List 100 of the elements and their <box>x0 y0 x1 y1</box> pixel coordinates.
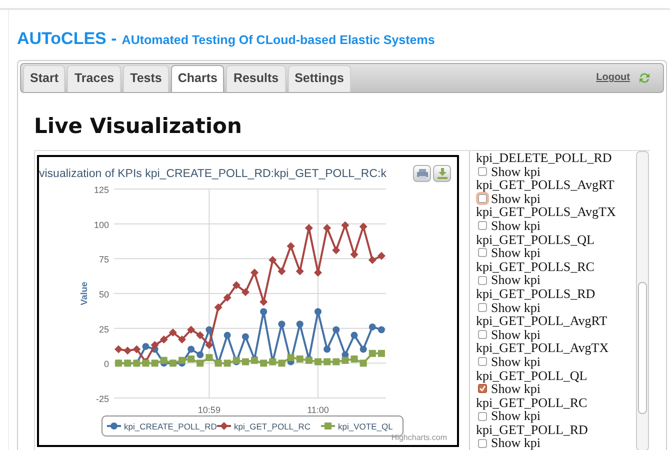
data-point <box>368 323 376 330</box>
check-icon <box>479 385 486 392</box>
tab[interactable]: Tests <box>123 64 169 92</box>
show-kpi-checkbox[interactable]: Show kpi <box>476 436 636 450</box>
data-point <box>110 422 118 430</box>
legend-item[interactable]: kpi_GET_POLL_RC <box>234 422 311 432</box>
data-point <box>332 326 340 334</box>
data-point <box>220 422 228 430</box>
data-point <box>260 360 268 367</box>
y-tick-label: 25 <box>98 324 109 334</box>
kpi-name: kpi_GET_POLL_QL <box>476 368 588 382</box>
data-point <box>296 355 304 362</box>
y-tick-label: 125 <box>94 185 109 195</box>
data-point <box>377 252 386 260</box>
data-point <box>242 333 249 340</box>
kpi-name: kpi_GET_POLL_RC <box>476 396 588 410</box>
data-point <box>114 345 123 354</box>
download-icon <box>436 168 448 179</box>
data-point <box>286 242 295 250</box>
data-point <box>314 268 322 277</box>
tab[interactable]: Charts <box>170 64 224 92</box>
data-point <box>160 335 168 344</box>
y-axis-label: Value <box>79 282 89 306</box>
kpi-name: kpi_GET_POLLS_AvgTX <box>476 205 617 219</box>
data-point <box>332 358 340 366</box>
show-kpi-checkbox[interactable]: Show kpi <box>476 328 636 342</box>
data-point <box>368 256 376 264</box>
data-point <box>260 298 268 306</box>
page-heading: Live Visualization <box>34 112 243 140</box>
data-point <box>250 268 259 277</box>
data-point <box>368 350 376 357</box>
data-point <box>224 332 231 339</box>
data-point <box>251 356 258 364</box>
kpi-name: kpi_GET_POLL_AvgTX <box>476 341 610 355</box>
show-kpi-checkbox[interactable]: Show kpi <box>476 409 636 423</box>
data-point <box>268 256 277 264</box>
show-kpi-checkbox[interactable]: Show kpi <box>476 246 636 260</box>
data-point <box>324 358 331 366</box>
y-tick-label: -25 <box>96 394 109 404</box>
data-point <box>378 326 385 334</box>
kpi-name: kpi_DELETE_POLL_RD <box>476 151 613 165</box>
data-point <box>205 341 214 350</box>
data-point <box>224 360 231 367</box>
data-point <box>188 346 195 353</box>
kpi-name: kpi_GET_POLL_AvgRT <box>476 314 608 328</box>
tab[interactable]: Settings <box>288 64 351 92</box>
kpi-name: kpi_GET_POLLS_RD <box>476 286 596 301</box>
legend-item[interactable]: kpi_CREATE_POLL_RD <box>124 422 217 432</box>
legend-item[interactable]: kpi_VOTE_QL <box>338 422 393 432</box>
y-tick-label: 0 <box>104 359 109 370</box>
refresh-icon[interactable] <box>638 72 651 84</box>
data-point <box>314 308 322 316</box>
data-point <box>332 246 340 254</box>
y-tick-label: 75 <box>98 254 109 265</box>
data-point <box>296 267 304 276</box>
chart-title: visualization of KPIs kpi_CREATE_POLL_RD:kpi_GET_POLL_RC:k <box>39 167 386 182</box>
show-kpi-checkbox[interactable]: Show kpi <box>476 273 636 287</box>
data-point <box>360 360 367 367</box>
data-point <box>260 308 268 316</box>
data-point <box>324 422 332 430</box>
data-point <box>350 355 358 362</box>
show-kpi-checkbox[interactable]: Show kpi <box>476 354 636 368</box>
show-kpi-checkbox[interactable]: Show kpi <box>476 218 636 233</box>
data-point <box>359 222 368 231</box>
tab[interactable]: Results <box>226 64 286 92</box>
tab[interactable]: Start <box>23 64 66 92</box>
data-point <box>132 345 141 354</box>
data-point <box>324 346 331 353</box>
x-tick-label: 11:00 <box>307 405 329 415</box>
kpi-name: kpi_GET_POLLS_RC <box>476 260 596 274</box>
data-point <box>150 341 159 350</box>
data-point <box>232 281 240 290</box>
show-kpi-checkbox[interactable]: Show kpi <box>476 164 636 178</box>
kpi-name: kpi_GET_POLLS_QL <box>476 232 596 246</box>
data-point <box>188 355 195 362</box>
export-button[interactable] <box>433 165 451 182</box>
app-title: AUToCLES - <box>17 28 117 50</box>
data-point <box>296 320 304 328</box>
data-point <box>214 303 222 312</box>
data-point <box>314 358 322 366</box>
kpi-name: kpi_GET_POLLS_AvgRT <box>476 178 616 192</box>
logout-link[interactable]: Logout <box>596 70 630 85</box>
data-point <box>304 224 313 232</box>
x-tick-label: 10:59 <box>198 405 220 415</box>
show-kpi-checkbox[interactable]: Show kpi <box>476 300 636 314</box>
app-subtitle: AUtomated Testing Of CLoud-based Elastic Systems <box>122 32 435 49</box>
data-point <box>196 331 204 340</box>
kpi-name: kpi_GET_POLL_RD <box>476 422 589 436</box>
data-point <box>187 326 196 334</box>
data-point <box>350 250 358 258</box>
show-kpi-checkbox[interactable]: Show kpi <box>476 192 636 206</box>
y-tick-label: 100 <box>94 220 109 230</box>
tab[interactable]: Traces <box>67 64 122 92</box>
print-button[interactable] <box>413 165 431 182</box>
scrollbar[interactable] <box>636 151 649 450</box>
data-point <box>124 346 132 355</box>
y-tick-label: 50 <box>98 290 109 300</box>
show-kpi-checkbox[interactable]: Show kpi <box>476 382 636 396</box>
data-point <box>360 346 367 353</box>
data-point <box>278 267 286 276</box>
